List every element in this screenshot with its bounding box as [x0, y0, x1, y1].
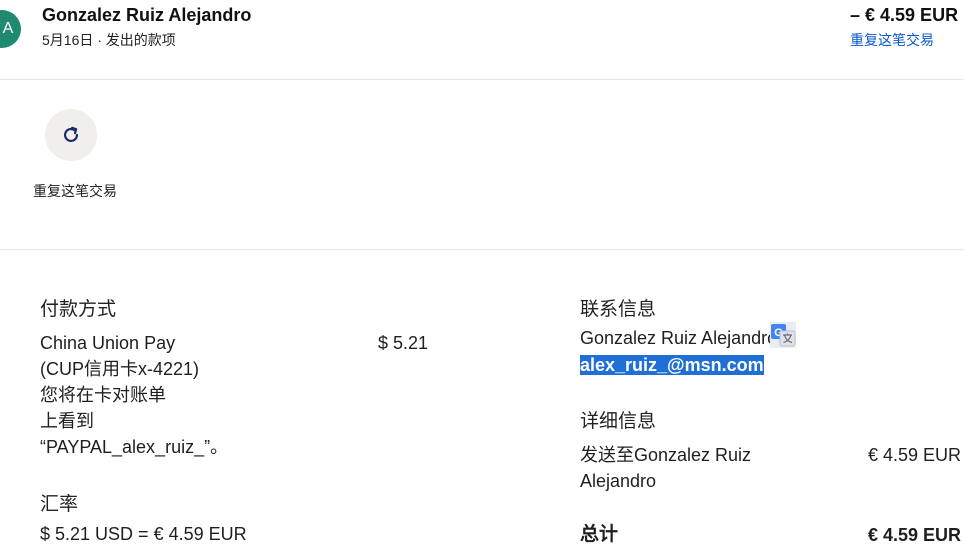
transaction-detail-page: A Gonzalez Ruiz Alejandro 5月16日 · 发出的款项 …: [0, 0, 964, 544]
contact-info-heading: 联系信息: [580, 299, 657, 320]
payment-method-line: (CUP信用卡x-4221): [40, 359, 200, 379]
payment-method-line: China Union Pay: [40, 333, 176, 353]
payment-method-details: China Union Pay (CUP信用卡x-4221) 您将在卡对账单 上…: [40, 330, 360, 460]
avatar-initial: A: [2, 20, 14, 37]
contact-name: Gonzalez Ruiz Alejandro: [580, 328, 770, 348]
total-amount: € 4.59 EUR: [868, 525, 962, 544]
divider: [0, 249, 964, 250]
exchange-rate-value: $ 5.21 USD = € 4.59 EUR: [40, 524, 247, 544]
contact-email-text: alex_ruiz_@msn.com: [580, 355, 764, 375]
total-label: 总计: [580, 524, 619, 544]
repeat-transaction-link[interactable]: 重复这笔交易: [850, 30, 934, 50]
details-heading: 详细信息: [580, 411, 657, 432]
refresh-icon: [63, 126, 79, 143]
merchant-name: Gonzalez Ruiz Alejandro: [42, 5, 252, 25]
sent-to-line: 发送至Gonzalez Ruiz: [580, 445, 752, 465]
transaction-amount: – € 4.59 EUR: [850, 5, 959, 25]
sent-to-description: 发送至Gonzalez Ruiz Alejandro: [580, 442, 830, 494]
sent-to-line: Alejandro: [580, 471, 657, 491]
contact-email[interactable]: alex_ruiz_@msn.com: [580, 352, 764, 378]
repeat-transaction-label: 重复这笔交易: [33, 183, 117, 199]
sent-amount: € 4.59 EUR: [868, 445, 962, 465]
translate-icon[interactable]: G: [770, 322, 796, 348]
payment-amount: $ 5.21: [378, 333, 429, 353]
payment-method-line: 上看到: [40, 411, 94, 431]
payment-method-heading: 付款方式: [40, 299, 117, 320]
transaction-date-type: 5月16日 · 发出的款项: [42, 32, 176, 48]
payment-method-line: 您将在卡对账单: [40, 385, 166, 405]
payment-method-line: “PAYPAL_alex_ruiz_”。: [40, 437, 229, 457]
avatar: A: [0, 10, 21, 48]
divider: [0, 79, 964, 80]
repeat-transaction-button[interactable]: [45, 109, 97, 161]
exchange-rate-heading: 汇率: [40, 494, 79, 515]
